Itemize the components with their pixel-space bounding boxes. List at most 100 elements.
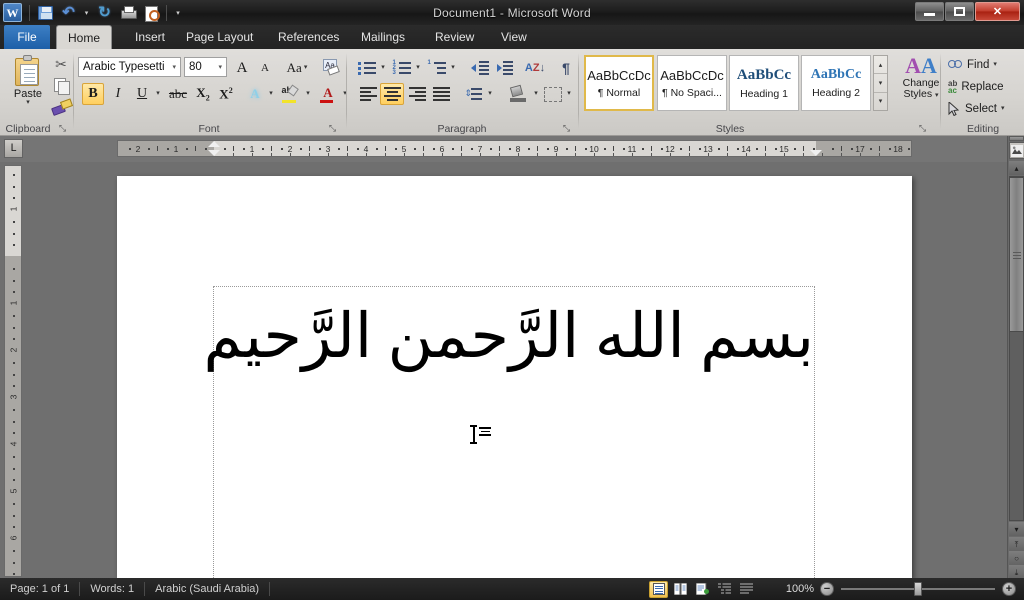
status-word-count[interactable]: Words: 1 — [80, 578, 144, 600]
italic-button[interactable]: I — [107, 83, 129, 105]
scroll-up-button[interactable]: ▴ — [1009, 161, 1024, 175]
sort-button[interactable]: AZ↓ — [523, 57, 547, 79]
select-browse-object-button[interactable] — [1009, 142, 1024, 159]
align-center-button[interactable] — [380, 83, 404, 105]
styles-more-button[interactable]: ▾ — [874, 93, 887, 110]
styles-scroll-up-button[interactable]: ▴ — [874, 56, 887, 75]
strikethrough-button[interactable]: abc — [166, 83, 190, 105]
outline-view-button[interactable] — [715, 581, 734, 598]
zoom-track[interactable] — [841, 582, 995, 596]
bold-button[interactable]: B — [82, 83, 104, 105]
text-effects-dropdown-button[interactable]: ▾ — [265, 83, 277, 105]
scroll-down-button[interactable]: ▾ — [1009, 522, 1024, 536]
tab-references[interactable]: References — [267, 25, 350, 49]
show-formatting-marks-button[interactable]: ¶ — [556, 57, 576, 79]
justify-button[interactable] — [429, 83, 453, 105]
shading-button[interactable] — [506, 83, 530, 105]
draft-view-button[interactable] — [737, 581, 756, 598]
horizontal-ruler[interactable]: 2 1 1 2 3 4 5 6 7 8 9 10 11 12 13 14 15 17 18 — [117, 140, 912, 157]
line-spacing-dropdown-button[interactable]: ▾ — [484, 83, 496, 105]
paste-button[interactable]: Paste ▾ — [8, 54, 48, 116]
styles-dialog-launcher[interactable]: ⤡ — [917, 123, 928, 134]
undo-dropdown-button[interactable]: ▾ — [81, 2, 92, 23]
font-size-input[interactable]: 80 ▾ — [184, 57, 227, 77]
select-button[interactable]: Select ▾ — [948, 99, 1004, 119]
split-window-handle[interactable] — [1009, 136, 1024, 141]
numbering-button[interactable]: 1 2 3 — [391, 57, 413, 79]
decrease-indent-button[interactable] — [468, 57, 492, 79]
maximize-restore-button[interactable] — [945, 2, 974, 21]
zoom-slider[interactable]: − + — [820, 581, 1016, 597]
shrink-font-button[interactable]: A — [254, 57, 276, 79]
tab-page-layout[interactable]: Page Layout — [175, 25, 264, 49]
scrollbar-thumb[interactable] — [1009, 177, 1024, 332]
browse-previous-button[interactable]: ⤒ — [1009, 537, 1024, 552]
full-screen-reading-view-button[interactable] — [671, 581, 690, 598]
zoom-in-button[interactable]: + — [1002, 582, 1016, 596]
align-right-button[interactable] — [405, 83, 429, 105]
increase-indent-button[interactable] — [492, 57, 516, 79]
status-page-indicator[interactable]: Page: 1 of 1 — [0, 578, 79, 600]
clear-formatting-button[interactable]: Aa — [319, 57, 343, 79]
clipboard-dialog-launcher[interactable]: ⤡ — [57, 123, 68, 134]
tab-view[interactable]: View — [490, 25, 538, 49]
word-app-logo[interactable]: W — [3, 3, 22, 22]
font-name-input[interactable]: Arabic Typesetti ▾ — [78, 57, 181, 77]
format-painter-button[interactable] — [50, 96, 72, 116]
print-layout-view-button[interactable] — [649, 580, 668, 598]
undo-button[interactable]: ↶ — [58, 2, 79, 23]
vertical-scrollbar[interactable]: ▴ ▾ ⤒ ○ ⤓ — [1007, 136, 1024, 580]
tab-home[interactable]: Home — [56, 25, 113, 49]
browse-object-button[interactable]: ○ — [1009, 551, 1024, 566]
right-indent-marker[interactable] — [810, 150, 822, 156]
multilevel-list-button[interactable]: 1 — [426, 57, 448, 79]
multilevel-dropdown-button[interactable]: ▾ — [447, 57, 459, 79]
hanging-indent-marker[interactable] — [208, 150, 220, 156]
font-dialog-launcher[interactable]: ⤡ — [327, 123, 338, 134]
redo-button[interactable]: ↻ — [94, 2, 115, 23]
web-layout-view-button[interactable] — [693, 581, 712, 598]
borders-dropdown-button[interactable]: ▾ — [563, 83, 575, 105]
tab-mailings[interactable]: Mailings — [350, 25, 416, 49]
subscript-button[interactable]: X2 — [192, 83, 214, 105]
zoom-out-button[interactable]: − — [820, 582, 834, 596]
print-preview-button[interactable] — [140, 2, 161, 23]
underline-button[interactable]: U — [131, 83, 153, 105]
copy-button[interactable] — [50, 75, 72, 95]
quick-print-button[interactable] — [117, 2, 138, 23]
styles-scroll-down-button[interactable]: ▾ — [874, 74, 887, 93]
tab-file[interactable]: File — [4, 25, 50, 49]
align-left-button[interactable] — [356, 83, 380, 105]
style-item-normal[interactable]: AaBbCcDc ¶ Normal — [584, 55, 654, 111]
style-item-heading-2[interactable]: AaBbCc Heading 2 — [801, 55, 871, 111]
replace-button[interactable]: ab ac Replace — [948, 77, 1004, 97]
zoom-percentage[interactable]: 100% — [786, 583, 814, 595]
grow-font-button[interactable]: A — [231, 57, 253, 79]
document-workspace[interactable]: بسم الله الرَّحمن الرَّحيم — [0, 162, 1024, 578]
status-language[interactable]: Arabic (Saudi Arabia) — [145, 578, 269, 600]
document-body-text[interactable]: بسم الله الرَّحمن الرَّحيم — [203, 299, 814, 377]
shading-dropdown-button[interactable]: ▾ — [530, 83, 542, 105]
document-page[interactable]: بسم الله الرَّحمن الرَّحيم — [117, 176, 912, 578]
close-button[interactable]: ✕ — [975, 2, 1020, 21]
zoom-thumb[interactable] — [914, 582, 922, 596]
style-item-no-spacing[interactable]: AaBbCcDc ¶ No Spaci... — [657, 55, 727, 111]
text-effects-button[interactable]: A — [244, 83, 266, 105]
font-color-button[interactable]: A — [317, 81, 339, 105]
save-button[interactable] — [35, 2, 56, 23]
first-line-indent-marker[interactable] — [208, 141, 220, 147]
find-button[interactable]: Find ▾ — [948, 55, 997, 75]
numbering-dropdown-button[interactable]: ▾ — [412, 57, 424, 79]
change-case-button[interactable]: Aa ▾ — [282, 57, 312, 79]
line-spacing-button[interactable]: ⇕ — [461, 83, 485, 105]
paragraph-dialog-launcher[interactable]: ⤡ — [561, 123, 572, 134]
style-item-heading-1[interactable]: AaBbCс Heading 1 — [729, 55, 799, 111]
underline-dropdown-button[interactable]: ▾ — [152, 83, 164, 105]
vertical-ruler[interactable]: 1 1 2 3 4 5 6 — [4, 165, 22, 577]
tab-insert[interactable]: Insert — [124, 25, 176, 49]
customize-qat-button[interactable]: ▾ — [172, 2, 184, 23]
borders-button[interactable] — [542, 83, 564, 105]
text-highlight-button[interactable]: ab — [279, 81, 301, 105]
bullets-button[interactable] — [356, 57, 378, 79]
highlight-dropdown-button[interactable]: ▾ — [302, 83, 314, 105]
